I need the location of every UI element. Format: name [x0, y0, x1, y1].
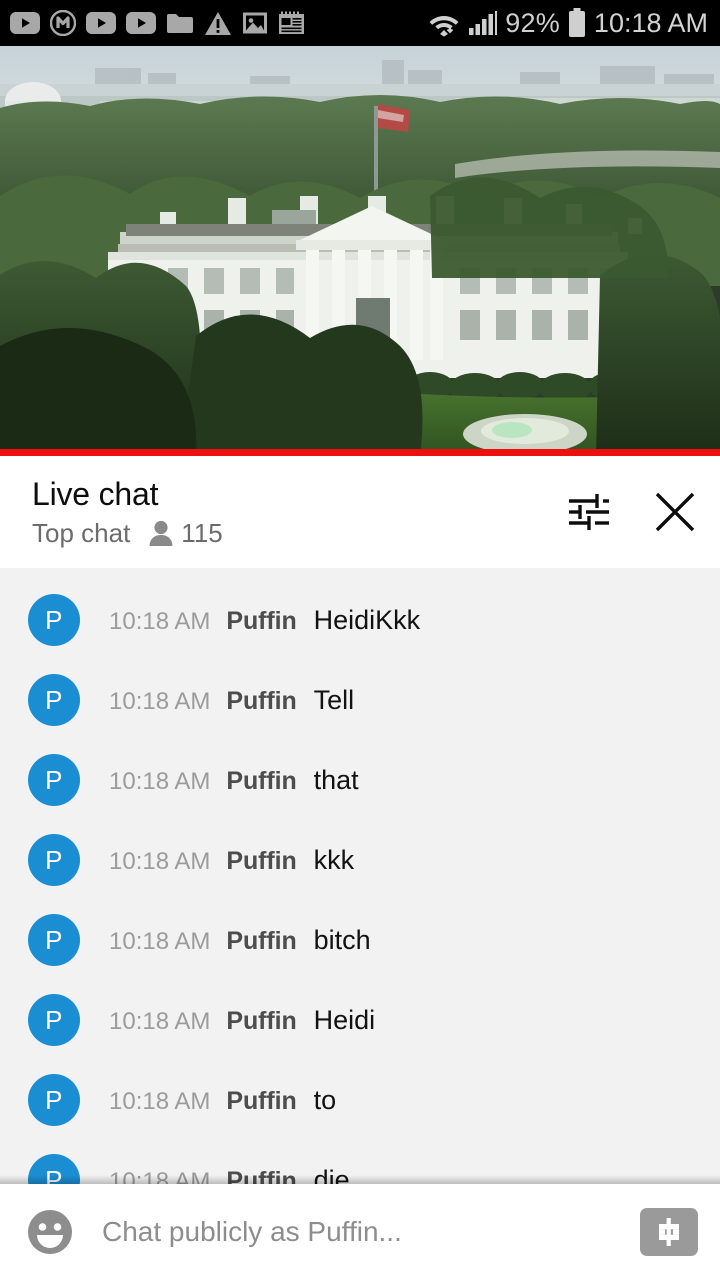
app-screen: 92% 10:18 AM Live chat Top chat 115 P 10… — [0, 0, 720, 1280]
close-chat-button[interactable] — [652, 489, 698, 535]
avatar[interactable]: P — [28, 674, 80, 726]
battery-icon — [568, 8, 585, 37]
message-author[interactable]: Puffin — [226, 768, 296, 794]
avatar[interactable]: P — [28, 994, 80, 1046]
person-icon — [149, 521, 173, 547]
message-text: HeidiKkk — [313, 604, 421, 635]
chat-message-row[interactable]: P 10:18 AM Puffin kkk — [0, 820, 720, 900]
message-author[interactable]: Puffin — [226, 608, 296, 634]
message-timestamp: 10:18 AM — [109, 607, 211, 635]
close-icon — [655, 492, 695, 532]
status-notification-icons — [10, 10, 305, 36]
chat-message-line: 10:18 AM Puffin HeidiKkk — [109, 604, 421, 635]
live-chat-header: Live chat Top chat 115 — [0, 456, 720, 577]
emoji-smiley-icon — [28, 1210, 72, 1254]
message-text: kkk — [313, 844, 355, 875]
message-text: Heidi — [313, 1004, 376, 1035]
dollar-superchat-icon — [659, 1218, 679, 1246]
tune-sliders-icon — [569, 494, 609, 530]
folder-icon — [167, 13, 193, 33]
warning-triangle-icon — [205, 11, 231, 35]
message-author[interactable]: Puffin — [226, 688, 296, 714]
message-timestamp: 10:18 AM — [109, 847, 211, 875]
chat-message-line: 10:18 AM Puffin bitch — [109, 924, 371, 955]
video-progress-track[interactable] — [0, 449, 720, 456]
message-author[interactable]: Puffin — [226, 928, 296, 954]
superchat-button[interactable] — [640, 1208, 698, 1256]
battery-percent: 92% — [505, 7, 560, 38]
message-timestamp: 10:18 AM — [109, 1007, 211, 1035]
message-author[interactable]: Puffin — [226, 1008, 296, 1034]
chat-message-row[interactable]: P 10:18 AM Puffin HeidiKkk — [0, 580, 720, 660]
calendar-news-icon — [279, 11, 304, 34]
live-chat-header-texts: Live chat Top chat 115 — [32, 475, 566, 548]
message-text: Tell — [313, 684, 355, 715]
message-timestamp: 10:18 AM — [109, 687, 211, 715]
video-frame — [0, 46, 720, 456]
chat-message-row[interactable]: P 10:18 AM Puffin that — [0, 740, 720, 820]
message-text: to — [313, 1084, 337, 1115]
message-timestamp: 10:18 AM — [109, 927, 211, 955]
live-chat-header-buttons — [566, 489, 698, 535]
avatar[interactable]: P — [28, 754, 80, 806]
live-chat-title: Live chat — [32, 475, 159, 512]
avatar[interactable]: P — [28, 914, 80, 966]
chat-message-row[interactable]: P 10:18 AM Puffin Heidi — [0, 980, 720, 1060]
message-timestamp: 10:18 AM — [109, 767, 211, 795]
youtube-play-icon — [126, 12, 156, 34]
chat-message-row[interactable]: P 10:18 AM Puffin bitch — [0, 900, 720, 980]
chat-mode-label[interactable]: Top chat — [32, 520, 130, 546]
avatar[interactable]: P — [28, 1074, 80, 1126]
status-system-icons: 92% 10:18 AM — [427, 8, 708, 38]
viewer-count-group: 115 — [148, 518, 223, 549]
chat-message-row[interactable]: P 10:18 AM Puffin Tell — [0, 660, 720, 740]
youtube-play-icon — [10, 12, 40, 34]
message-author[interactable]: Puffin — [226, 1088, 296, 1114]
message-author[interactable]: Puffin — [226, 848, 296, 874]
cellular-signal-icon — [469, 11, 498, 35]
video-player[interactable] — [0, 46, 720, 456]
chat-message-line: 10:18 AM Puffin that — [109, 764, 359, 795]
avatar[interactable]: P — [28, 834, 80, 886]
emoji-picker-button[interactable] — [26, 1208, 74, 1256]
message-text: bitch — [313, 924, 371, 955]
chat-message-row[interactable]: P 10:18 AM Puffin to — [0, 1060, 720, 1140]
status-clock: 10:18 AM — [593, 7, 708, 38]
chat-message-line: 10:18 AM Puffin to — [109, 1084, 337, 1115]
viewer-count: 115 — [181, 518, 223, 549]
chat-composer-bar — [0, 1175, 720, 1280]
video-progress-fill — [0, 449, 720, 456]
avatar[interactable]: P — [28, 594, 80, 646]
chat-message-line: 10:18 AM Puffin kkk — [109, 844, 355, 875]
message-timestamp: 10:18 AM — [109, 1087, 211, 1115]
m-circle-icon — [50, 10, 76, 36]
image-icon — [243, 12, 267, 34]
message-text: that — [313, 764, 359, 795]
live-chat-subheader: Top chat 115 — [32, 519, 566, 547]
chat-settings-button[interactable] — [566, 491, 612, 533]
live-chat-message-list[interactable]: P 10:18 AM Puffin HeidiKkk P 10:18 AM Pu… — [0, 568, 720, 1184]
chat-input[interactable] — [102, 1216, 626, 1248]
status-bar: 92% 10:18 AM — [0, 0, 720, 46]
youtube-play-icon — [86, 12, 116, 34]
chat-message-line: 10:18 AM Puffin Tell — [109, 684, 355, 715]
chat-message-line: 10:18 AM Puffin Heidi — [109, 1004, 376, 1035]
composer-shadow — [0, 1175, 720, 1184]
wifi-icon — [429, 16, 459, 37]
